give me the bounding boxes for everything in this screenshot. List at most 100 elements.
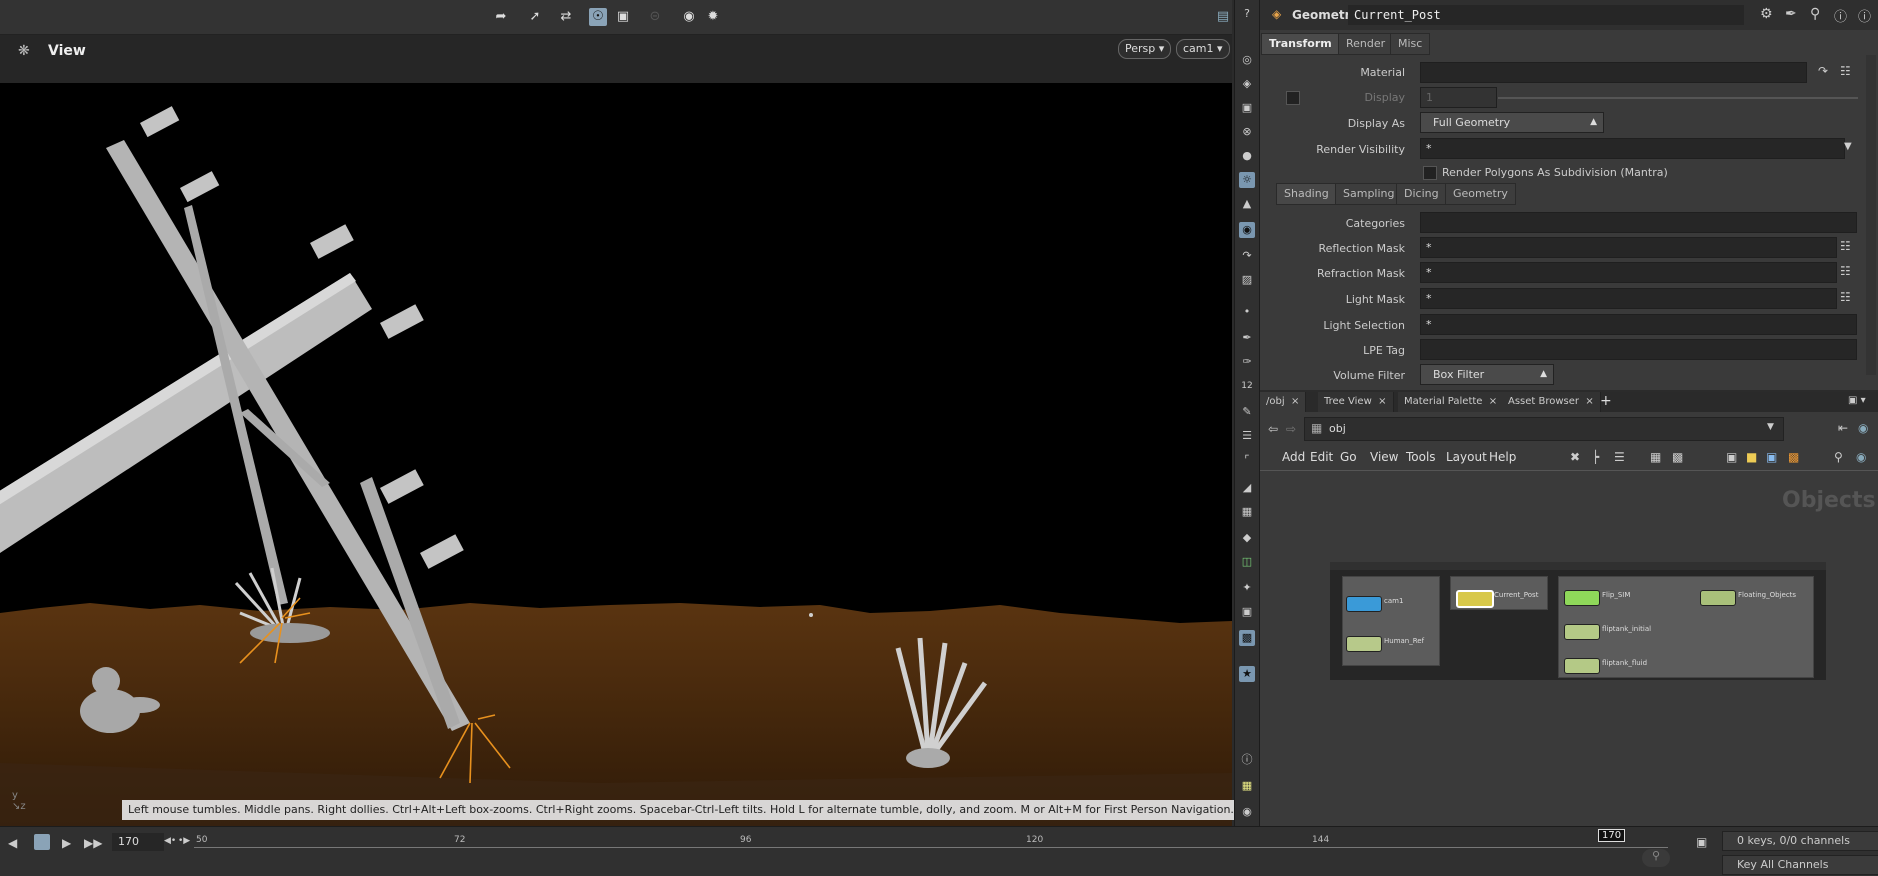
quad-layout-icon[interactable]: ▦ [1239, 778, 1255, 794]
lpe-tag-field[interactable] [1420, 339, 1857, 360]
realtime-icon[interactable]: ▣ [1696, 835, 1707, 849]
refraction-mask-chooser-icon[interactable]: ☷ [1840, 264, 1851, 278]
snapshot-icon[interactable]: ◉ [680, 8, 698, 26]
number-display-icon[interactable]: 12 [1239, 378, 1255, 394]
render-visibility-field[interactable]: * [1420, 138, 1845, 159]
help-icon[interactable]: ? [1239, 6, 1255, 22]
chevron-down-icon[interactable]: ▼ [1844, 141, 1852, 152]
checker-icon[interactable]: ▦ [1239, 504, 1255, 520]
tab-asset-browser[interactable]: Asset Browser × [1502, 392, 1601, 412]
key-search-icon[interactable]: ⚲ [1642, 849, 1670, 867]
display-as-dropdown[interactable]: Full Geometry ▲ [1420, 112, 1604, 133]
camera-mode-dropdown[interactable]: Persp ▾ [1118, 39, 1172, 59]
display-field[interactable]: 1 [1420, 87, 1497, 108]
play-icon[interactable]: ▶ [62, 836, 71, 850]
light-selection-field[interactable]: * [1420, 314, 1857, 335]
link-icon[interactable]: ◉ [1858, 421, 1868, 435]
subtab-dicing[interactable]: Dicing [1396, 183, 1447, 205]
background-icon[interactable]: ▣ [1239, 604, 1255, 620]
material-jump-icon[interactable]: ↷ [1818, 64, 1828, 78]
eye-icon[interactable]: ◎ [1239, 52, 1255, 68]
tab-transform[interactable]: Transform [1261, 33, 1340, 55]
paint-icon[interactable]: ✎ [1239, 404, 1255, 420]
layout-icon[interactable]: ▤ [1214, 8, 1232, 26]
select-tool-icon[interactable]: ➦ [492, 8, 510, 26]
camera-name-dropdown[interactable]: cam1 ▾ [1176, 39, 1230, 59]
chevron-down-icon[interactable]: ▼ [1767, 422, 1774, 432]
visibility-icon[interactable]: ◉ [1239, 804, 1255, 820]
menu-go[interactable]: Go [1340, 450, 1357, 464]
background-image-icon[interactable]: ▣ [1766, 450, 1777, 464]
menu-add[interactable]: Add [1282, 450, 1305, 464]
diamond-icon[interactable]: ◆ [1239, 530, 1255, 546]
transform-handle-icon[interactable]: ⇄ [557, 8, 575, 26]
parameter-scrollbar[interactable] [1866, 55, 1876, 375]
brush-tool-icon[interactable]: ✒ [1785, 6, 1797, 22]
dot-icon[interactable]: ◉ [1856, 450, 1866, 464]
subtab-geometry[interactable]: Geometry [1445, 183, 1516, 205]
uv-icon[interactable]: ◫ [1239, 554, 1255, 570]
node-name-field[interactable]: Current_Post [1348, 5, 1744, 25]
camera-view-icon[interactable]: ◉ [1239, 222, 1255, 238]
categories-field[interactable] [1420, 212, 1857, 233]
timeline-track[interactable] [194, 847, 1668, 848]
view-tool-icon[interactable]: ☉ [589, 8, 607, 26]
close-icon[interactable]: × [1489, 396, 1497, 407]
subtab-sampling[interactable]: Sampling [1335, 183, 1403, 205]
stop-button[interactable] [34, 834, 50, 850]
step-back-icon[interactable]: ◀ [8, 836, 17, 850]
stack-icon[interactable]: ☰ [1239, 428, 1255, 444]
grid-icon[interactable]: ▦ [1650, 450, 1661, 464]
wrench-icon[interactable]: ✖ [1570, 450, 1580, 464]
box-icon[interactable]: ▩ [1788, 450, 1799, 464]
pane-menu-icon[interactable]: ▣ ▾ [1848, 395, 1866, 406]
tab-obj[interactable]: /obj × [1260, 392, 1307, 412]
render-icon[interactable]: ▨ [1239, 272, 1255, 288]
subtab-shading[interactable]: Shading [1276, 183, 1337, 205]
image-icon[interactable]: ▣ [1726, 450, 1737, 464]
path-bar[interactable]: ▦ obj ▼ [1304, 417, 1784, 441]
tree-icon[interactable]: ┝ [1592, 450, 1599, 464]
light-mask-field[interactable]: * [1420, 288, 1837, 309]
close-icon[interactable]: × [1378, 396, 1386, 407]
display-slider[interactable] [1498, 97, 1858, 99]
material-chooser-icon[interactable]: ☷ [1840, 64, 1851, 78]
move-tool-icon[interactable]: ➚ [526, 8, 544, 26]
shading-icon[interactable]: ● [1239, 148, 1255, 164]
camera-tool-icon[interactable]: ▣ [614, 8, 632, 26]
menu-edit[interactable]: Edit [1310, 450, 1333, 464]
list-icon[interactable]: ☰ [1614, 450, 1625, 464]
info-icon[interactable]: ⓘ [1834, 6, 1847, 25]
close-icon[interactable]: × [1585, 396, 1593, 407]
search-icon[interactable]: ⚲ [1834, 450, 1843, 464]
screen-icon[interactable]: ▩ [1239, 630, 1255, 646]
brush-icon[interactable]: ✒ [1239, 330, 1255, 346]
render-polygons-checkbox[interactable] [1423, 166, 1437, 180]
point-icon[interactable]: • [1239, 304, 1255, 320]
tab-render[interactable]: Render [1338, 33, 1394, 55]
pin-icon[interactable]: ★ [1239, 666, 1255, 682]
xray-icon[interactable]: ⊗ [1239, 124, 1255, 140]
light-mask-chooser-icon[interactable]: ☷ [1840, 290, 1851, 304]
menu-tools[interactable]: Tools [1406, 450, 1436, 464]
gear-icon[interactable]: ⚙ [1760, 6, 1773, 22]
settings-gear-icon[interactable]: ✹ [704, 8, 722, 26]
bulb-icon[interactable]: ▲ [1239, 196, 1255, 212]
ghost-icon[interactable]: ◈ [1239, 76, 1255, 92]
material-field[interactable] [1420, 62, 1807, 83]
reflection-mask-chooser-icon[interactable]: ☷ [1840, 239, 1851, 253]
snap-icon[interactable]: ✦ [1239, 580, 1255, 596]
menu-view[interactable]: View [1370, 450, 1398, 464]
tab-tree-view[interactable]: Tree View × [1318, 392, 1394, 412]
network-box[interactable]: cam1 Human_Ref Current_Post Flip_SIM Flo… [1330, 562, 1826, 680]
close-icon[interactable]: × [1291, 396, 1299, 407]
note-icon[interactable]: ■ [1746, 450, 1757, 464]
frame-icon[interactable]: ⌜ [1239, 452, 1255, 468]
menu-layout[interactable]: Layout [1446, 450, 1487, 464]
menu-help[interactable]: Help [1489, 450, 1516, 464]
forward-arrow-icon[interactable]: ⇨ [1286, 422, 1296, 436]
refraction-mask-field[interactable]: * [1420, 262, 1837, 283]
key-next-icon[interactable]: •▶ [178, 836, 190, 846]
info-icon[interactable]: ⓘ [1239, 752, 1255, 768]
lasso-icon[interactable]: ↷ [1239, 248, 1255, 264]
